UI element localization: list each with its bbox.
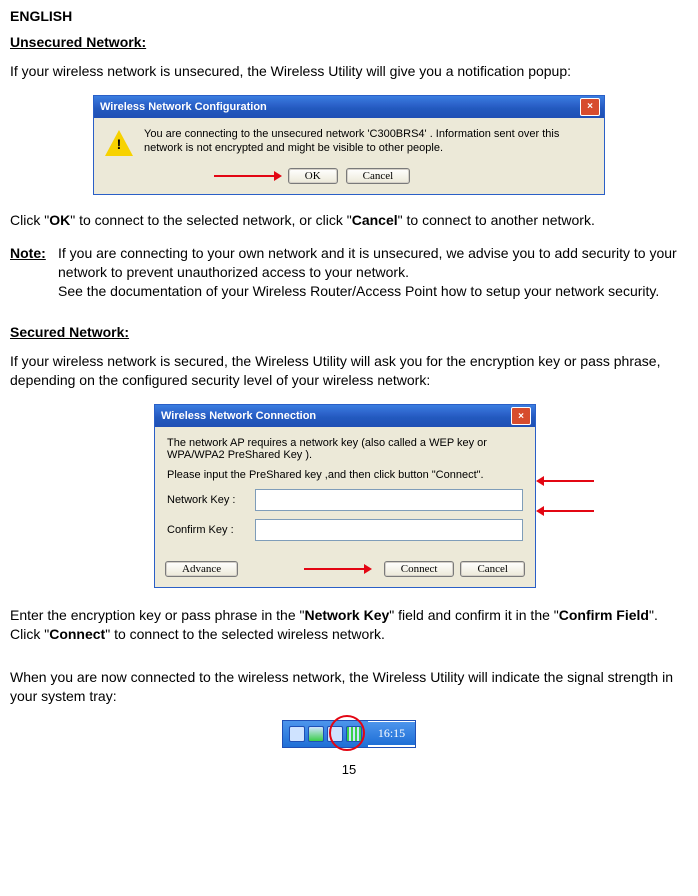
note-label: Note:: [10, 244, 58, 301]
dialog-title-text: Wireless Network Configuration: [100, 101, 267, 113]
section-title-unsecured: Unsecured Network:: [10, 34, 688, 50]
post-dlg2-paragraph: Enter the encryption key or pass phrase …: [10, 606, 688, 644]
note-block: Note: If you are connecting to your own …: [10, 244, 688, 301]
close-icon[interactable]: ×: [511, 407, 531, 425]
dialog-titlebar: Wireless Network Configuration ×: [94, 96, 604, 118]
tray-clock: 16:15: [368, 722, 415, 745]
dialog-paragraph-2: Please input the PreShared key ,and then…: [167, 469, 523, 481]
ok-button[interactable]: OK: [288, 168, 338, 184]
callout-arrow-icon: [544, 510, 594, 512]
unsecured-intro: If your wireless network is unsecured, t…: [10, 62, 688, 81]
system-tray: 16:15: [282, 720, 416, 748]
callout-arrow-icon: [214, 175, 274, 177]
language-header: ENGLISH: [10, 8, 688, 24]
unsecured-after-dialog: Click "OK" to connect to the selected ne…: [10, 211, 688, 230]
page-number: 15: [10, 762, 688, 777]
note-body: If you are connecting to your own networ…: [58, 244, 688, 301]
network-key-input[interactable]: [255, 489, 523, 511]
connect-button[interactable]: Connect: [384, 561, 455, 577]
network-key-label: Network Key :: [167, 494, 255, 506]
close-icon[interactable]: ×: [580, 98, 600, 116]
confirm-key-input[interactable]: [255, 519, 523, 541]
secured-intro: If your wireless network is secured, the…: [10, 352, 688, 390]
dialog-message: You are connecting to the unsecured netw…: [144, 128, 594, 158]
cancel-button[interactable]: Cancel: [346, 168, 411, 184]
tray-paragraph: When you are now connected to the wirele…: [10, 668, 688, 706]
section-title-secured: Secured Network:: [10, 324, 688, 340]
warning-icon: !: [104, 128, 134, 158]
callout-arrow-icon: [304, 568, 364, 570]
callout-arrow-icon: [544, 480, 594, 482]
dialog-unsecured-warning: Wireless Network Configuration × ! You a…: [93, 95, 605, 195]
cancel-button[interactable]: Cancel: [460, 561, 525, 577]
dialog-title-text: Wireless Network Connection: [161, 410, 316, 422]
tray-volume-icon[interactable]: [289, 726, 305, 742]
callout-circle-icon: [329, 715, 365, 751]
dialog-titlebar: Wireless Network Connection ×: [155, 405, 535, 427]
dialog-network-connection: Wireless Network Connection × The networ…: [154, 404, 536, 588]
dialog-paragraph-1: The network AP requires a network key (a…: [167, 437, 523, 461]
advance-button[interactable]: Advance: [165, 561, 238, 577]
confirm-key-label: Confirm Key :: [167, 524, 255, 536]
tray-network-icon[interactable]: [308, 726, 324, 742]
